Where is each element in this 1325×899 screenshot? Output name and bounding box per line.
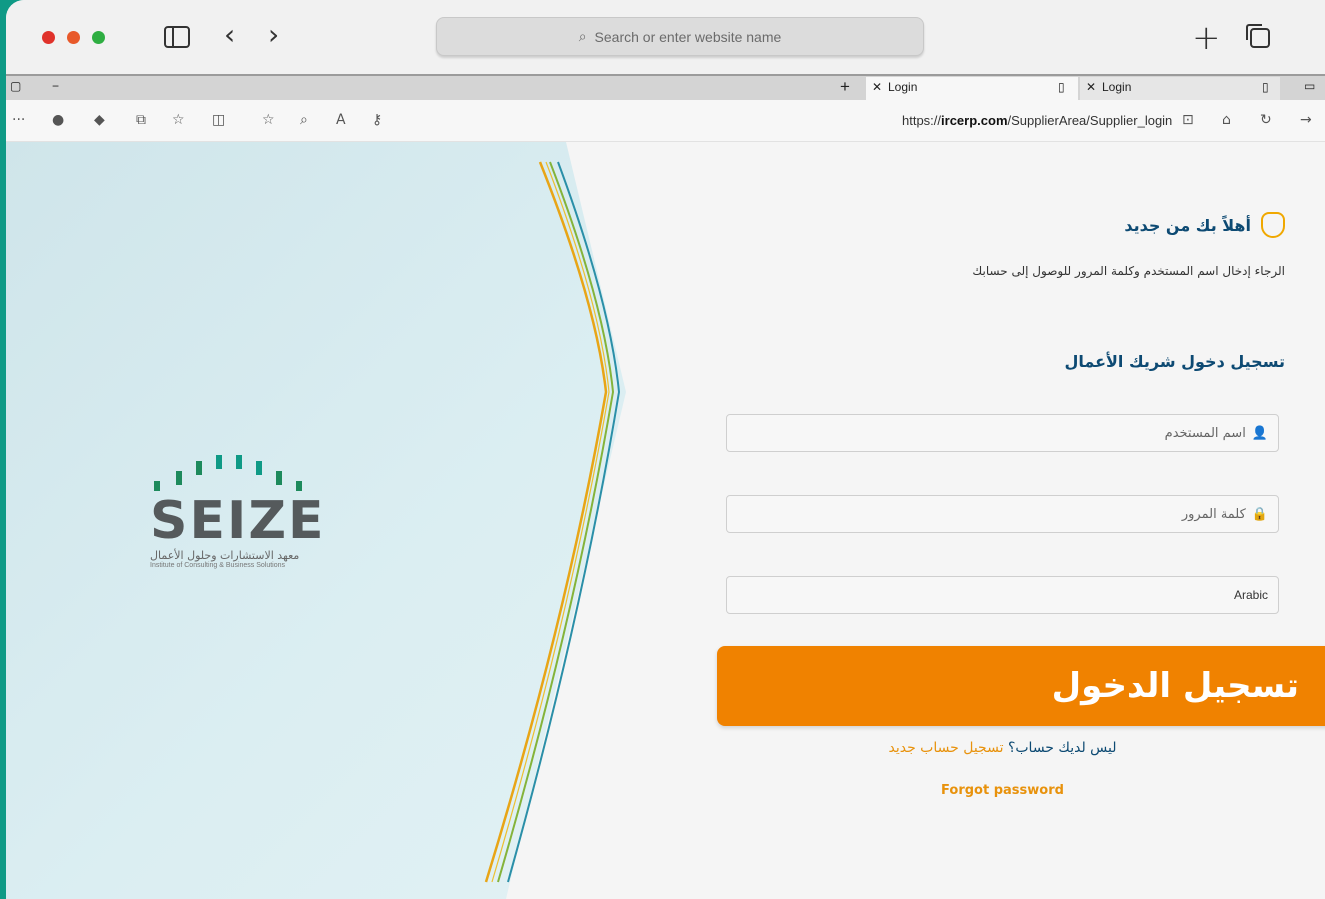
minimize-icon[interactable]: − [52,79,59,93]
home-icon[interactable]: ⌂ [1222,112,1231,128]
favorites-list-icon[interactable]: ☆ [172,112,185,128]
tab-login[interactable]: ✕ Login ▯ [1080,77,1280,101]
logo-wordmark: SEIZE [150,491,326,551]
tab-label: Login [888,80,918,94]
seize-logo: SEIZE معهد الاستشارات وحلول الأعمال Inst… [150,447,326,569]
tab-strip: ▢ − + ✕ Login ▯ ✕ Login ▯ ▭ [6,74,1325,101]
sidebar-toggle-icon[interactable] [164,26,190,48]
waving-hand-icon [1261,212,1285,238]
password-field[interactable]: 🔒 كلمة المرور [726,495,1279,533]
section-title: تسجيل دخول شريك الأعمال [1064,352,1285,371]
username-field[interactable]: 👤 اسم المستخدم [726,414,1279,452]
profile-avatar[interactable]: ● [52,112,64,128]
username-placeholder: اسم المستخدم [1164,425,1246,441]
page-icon: ▯ [1262,80,1269,94]
refresh-icon[interactable]: ↻ [1260,112,1272,128]
browser-window: ‹ › ⌕ Search or enter website name + ▢ −… [6,0,1325,899]
login-button[interactable]: تسجيل الدخول [717,646,1325,726]
tab-overview-icon[interactable] [1246,24,1270,48]
split-screen-icon[interactable]: ◫ [212,112,225,128]
user-icon: 👤 [1251,425,1268,441]
register-link[interactable]: تسجيل حساب جديد [888,740,1003,756]
inner-browser: ▢ − + ✕ Login ▯ ✕ Login ▯ ▭ ··· ● ◆ ⧉ ☆ … [6,74,1325,899]
language-value: Arabic [1233,588,1268,602]
window-icon: ▢ [10,79,22,93]
new-tab-icon[interactable]: + [840,77,850,97]
logo-arabic-tagline: معهد الاستشارات وحلول الأعمال [150,549,300,562]
close-tab-icon[interactable]: ✕ [872,80,882,94]
login-page: SEIZE معهد الاستشارات وحلول الأعمال Inst… [6,142,1325,899]
password-placeholder: كلمة المرور [1181,506,1246,522]
logo-english-tagline: Institute of Consulting & Business Solut… [150,562,286,569]
welcome-text: أهلاً بك من جديد [1124,215,1251,235]
lock-icon[interactable]: ⊡ [1182,112,1194,128]
forward-icon[interactable]: → [1300,112,1312,128]
collections-icon[interactable]: ⧉ [136,112,146,128]
safari-toolbar: ‹ › ⌕ Search or enter website name + [6,0,1325,74]
back-arrow-icon[interactable]: ‹ [224,18,235,51]
tab-login-active[interactable]: ✕ Login ▯ [866,77,1078,101]
forward-arrow-icon[interactable]: › [268,18,279,51]
search-icon: ⌕ [578,28,587,44]
page-icon: ▯ [1058,80,1065,94]
url-display[interactable]: https://ircerp.com/SupplierArea/Supplier… [902,113,1172,128]
language-select[interactable]: Arabic [726,576,1279,614]
lock-icon: 🔒 [1251,506,1268,522]
close-window-button[interactable] [42,31,55,44]
favorite-star-icon[interactable]: ☆ [262,112,275,128]
address-placeholder: Search or enter website name [594,28,782,45]
key-icon[interactable]: ⚷ [372,112,382,128]
read-aloud-icon[interactable]: A [336,112,346,128]
welcome-heading: أهلاً بك من جديد [1124,212,1285,238]
maximize-icon[interactable]: ▭ [1304,79,1315,93]
zoom-window-button[interactable] [92,31,105,44]
url-domain: ircerp.com [941,113,1008,128]
forgot-password-link[interactable]: Forgot password [726,783,1279,798]
minimize-window-button[interactable] [67,31,80,44]
login-instructions: الرجاء إدخال اسم المستخدم وكلمة المرور ل… [972,264,1285,278]
url-prefix: https:// [902,113,942,128]
more-icon[interactable]: ··· [12,112,25,128]
url-path: /SupplierArea/Supplier_login [1007,113,1173,128]
zoom-icon[interactable]: ⌕ [300,112,308,128]
close-tab-icon[interactable]: ✕ [1086,80,1096,94]
no-account-text: ليس لديك حساب؟ [1007,740,1117,756]
address-bar[interactable]: ⌕ Search or enter website name [436,17,924,56]
register-prompt: ليس لديك حساب؟ تسجيل حساب جديد [726,740,1279,756]
tab-label: Login [1102,80,1132,94]
extension-icon[interactable]: ◆ [94,112,105,128]
logo-bars-icon [150,447,306,495]
edge-toolbar: ··· ● ◆ ⧉ ☆ ◫ ☆ ⌕ A ⚷ https://ircerp.com… [6,100,1325,142]
new-tab-icon[interactable]: + [1192,18,1221,58]
